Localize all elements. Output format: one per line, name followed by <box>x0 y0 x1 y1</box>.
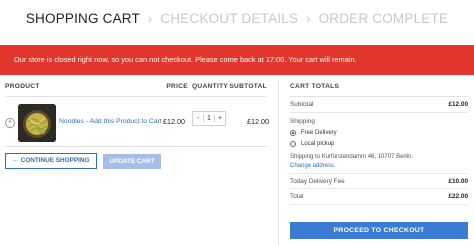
product-name-link[interactable]: Noodles - Add this Product to Cart <box>59 118 162 125</box>
table-row: × Noodles - Add this Product to Cart £12… <box>5 97 269 147</box>
chevron-right-icon: › <box>147 10 153 26</box>
delivery-fee-label: Today Delivery Fee <box>290 177 345 185</box>
step-shopping-cart[interactable]: SHOPPING CART <box>26 11 140 26</box>
total-row: Total £22.00 <box>290 189 468 205</box>
remove-item-icon[interactable]: × <box>5 118 15 128</box>
total-value: £22.00 <box>448 193 468 200</box>
change-address-link[interactable]: Change address <box>290 163 468 169</box>
quantity-input[interactable]: 1 <box>203 115 215 122</box>
shipping-option-free[interactable]: Free Delivery <box>290 130 468 136</box>
subtotal-label: Subtotal <box>290 101 314 108</box>
chevron-right-icon: › <box>306 10 311 26</box>
product-thumbnail[interactable] <box>18 104 56 142</box>
checkout-steps: SHOPPING CART › CHECKOUT DETAILS › ORDER… <box>0 10 474 26</box>
cart-totals: CART TOTALS Subtotal £12.00 Shipping Fre… <box>290 83 468 205</box>
column-divider <box>278 80 279 245</box>
local-pickup-label[interactable]: Local pickup <box>301 141 334 147</box>
store-closed-notice: Our store is closed right now, so you ca… <box>0 45 474 75</box>
free-delivery-label[interactable]: Free Delivery <box>301 130 337 136</box>
step-checkout-details[interactable]: CHECKOUT DETAILS <box>160 11 298 26</box>
continue-shopping-button[interactable]: ← CONTINUE SHOPPING <box>5 153 97 169</box>
header-subtotal: SUBTOTAL <box>229 83 267 90</box>
cart-totals-title: CART TOTALS <box>290 83 468 97</box>
header-price: PRICE <box>166 83 188 90</box>
shipping-label: Shipping <box>290 118 315 125</box>
radio-unselected-icon[interactable] <box>290 141 296 147</box>
cart-table: PRODUCT PRICE QUANTITY SUBTOTAL × Noodle… <box>5 83 269 147</box>
quantity-stepper[interactable]: - 1 + <box>192 111 226 126</box>
radio-selected-icon[interactable] <box>290 130 296 136</box>
delivery-fee-row: Today Delivery Fee £10.00 <box>290 173 468 189</box>
update-cart-button[interactable]: UPDATE CART <box>103 154 161 169</box>
total-label: Total <box>290 193 304 200</box>
header-product: PRODUCT <box>5 83 40 90</box>
header-quantity: QUANTITY <box>192 83 229 90</box>
proceed-to-checkout-button[interactable]: PROCEED TO CHECKOUT <box>290 222 468 239</box>
subtotal-row: Subtotal £12.00 <box>290 97 468 113</box>
subtotal-value: £12.00 <box>448 101 468 108</box>
quantity-minus-button[interactable]: - <box>193 115 203 122</box>
item-price: £12.00 <box>163 117 185 126</box>
shipping-address: Shipping to Kurfürstendamm 46, 10707 Ber… <box>290 154 414 160</box>
step-order-complete: ORDER COMPLETE <box>318 10 449 26</box>
item-subtotal: £12.00 <box>247 117 269 126</box>
cart-table-header: PRODUCT PRICE QUANTITY SUBTOTAL <box>5 83 267 97</box>
quantity-plus-button[interactable]: + <box>215 115 225 122</box>
shipping-option-pickup[interactable]: Local pickup <box>290 141 468 147</box>
delivery-fee-value: £10.00 <box>448 177 468 185</box>
